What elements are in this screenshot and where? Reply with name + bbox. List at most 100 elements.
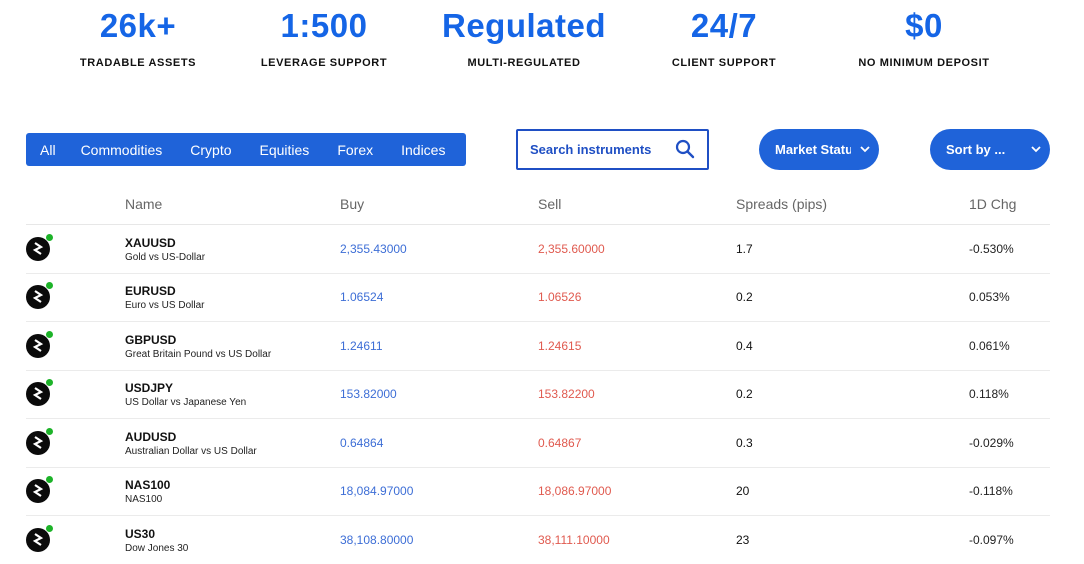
instrument-symbol: NAS100 [125,478,171,492]
tab-indices[interactable]: Indices [401,142,445,158]
stat-value: $0 [905,7,943,44]
tab-equities[interactable]: Equities [260,142,338,158]
stat-value: 26k+ [99,7,177,44]
sort-by-dropdown[interactable]: Sort by ... [930,129,1050,170]
buy-price: 153.82000 [340,387,397,401]
spread-value: 20 [736,484,750,498]
stat-tradable-assets: 26k+ TRADABLE ASSETS [38,6,238,69]
daily-change: 0.061% [969,339,1010,353]
broker-logo-icon [26,382,50,406]
sell-price: 2,355.60000 [538,242,605,256]
sell-price: 18,086.97000 [538,484,612,498]
spread-value: 0.2 [736,387,753,401]
instrument-description: Great Britain Pound vs US Dollar [125,349,272,360]
header-sell[interactable]: Sell [538,196,561,212]
table-row[interactable]: AUDUSD Australian Dollar vs US Dollar 0.… [26,419,1050,468]
stat-leverage: 1:500 LEVERAGE SUPPORT [224,6,424,69]
stat-label: TRADABLE ASSETS [79,57,197,69]
status-dot-icon [46,282,53,289]
sell-price: 38,111.10000 [538,533,610,547]
header-change[interactable]: 1D Chg [969,196,1016,212]
instrument-symbol: XAUUSD [125,236,176,250]
spread-value: 0.3 [736,436,753,450]
broker-logo-icon [26,431,50,455]
market-status-dropdown[interactable]: Market Status [759,129,879,170]
instrument-description: US Dollar vs Japanese Yen [125,397,247,408]
instrument-symbol: US30 [125,527,156,541]
stat-label: MULTI-REGULATED [467,57,581,69]
table-row[interactable]: US30 Dow Jones 30 38,108.80000 38,111.10… [26,516,1050,564]
header-buy[interactable]: Buy [340,196,364,212]
stat-value: Regulated [441,7,607,44]
buy-price: 38,108.80000 [340,533,414,547]
stat-label: LEVERAGE SUPPORT [260,57,388,69]
spread-value: 1.7 [736,242,753,256]
buy-price: 2,355.43000 [340,242,407,256]
sell-price: 1.24615 [538,339,582,353]
tab-all[interactable]: All [40,142,81,158]
stat-min-deposit: $0 NO MINIMUM DEPOSIT [824,6,1024,69]
table-header: Name Buy Sell Spreads (pips) 1D Chg [26,188,1050,225]
table-row[interactable]: XAUUSD Gold vs US-Dollar 2,355.43000 2,3… [26,225,1050,274]
instrument-description: Euro vs US Dollar [125,300,205,311]
stat-label: CLIENT SUPPORT [671,57,777,69]
tab-crypto[interactable]: Crypto [190,142,259,158]
daily-change: 0.118% [969,387,1009,401]
daily-change: 0.053% [969,290,1010,304]
daily-change: -0.118% [969,484,1013,498]
chevron-down-icon [860,146,870,153]
sell-price: 153.82200 [538,387,595,401]
instrument-symbol: AUDUSD [125,430,177,444]
instrument-description: Australian Dollar vs US Dollar [125,446,257,457]
sell-price: 0.64867 [538,436,582,450]
header-name[interactable]: Name [125,196,162,212]
stats-bar: 26k+ TRADABLE ASSETS 1:500 LEVERAGE SUPP… [0,0,1084,90]
chevron-down-icon [1031,146,1041,153]
instrument-symbol: USDJPY [125,381,174,395]
table-row[interactable]: USDJPY US Dollar vs Japanese Yen 153.820… [26,370,1050,419]
buy-price: 0.64864 [340,436,384,450]
instrument-description: NAS100 [125,494,163,505]
spread-value: 0.2 [736,290,753,304]
daily-change: -0.029% [969,436,1014,450]
status-dot-icon [46,331,53,338]
stat-value: 24/7 [690,7,758,44]
status-dot-icon [46,525,53,532]
tab-commodities[interactable]: Commodities [81,142,191,158]
status-dot-icon [46,476,53,483]
sort-by-label: Sort by ... [946,142,1006,157]
sell-price: 1.06526 [538,290,582,304]
instrument-symbol: GBPUSD [125,333,177,347]
category-tabs: All Commodities Crypto Equities Forex In… [26,133,466,166]
daily-change: -0.097% [969,533,1014,547]
search-input[interactable] [528,141,682,158]
search-icon[interactable] [675,139,695,159]
spread-value: 23 [736,533,750,547]
stat-label: NO MINIMUM DEPOSIT [858,57,990,69]
buy-price: 1.24611 [340,339,383,353]
stat-regulated: Regulated MULTI-REGULATED [424,6,624,69]
broker-logo-icon [26,285,50,309]
daily-change: -0.530% [969,242,1014,256]
instrument-description: Dow Jones 30 [125,543,189,554]
buy-price: 18,084.97000 [340,484,414,498]
search-box [516,129,709,170]
status-dot-icon [46,234,53,241]
stat-client-support: 24/7 CLIENT SUPPORT [624,6,824,69]
buy-price: 1.06524 [340,290,384,304]
instrument-description: Gold vs US-Dollar [125,252,206,263]
table-row[interactable]: GBPUSD Great Britain Pound vs US Dollar … [26,322,1050,371]
table-row[interactable]: NAS100 NAS100 18,084.97000 18,086.97000 … [26,467,1050,516]
tab-forex[interactable]: Forex [337,142,401,158]
stat-value: 1:500 [280,7,368,44]
status-dot-icon [46,428,53,435]
market-status-label: Market Status [775,142,851,157]
broker-logo-icon [26,479,50,503]
spread-value: 0.4 [736,339,753,353]
table-row[interactable]: EURUSD Euro vs US Dollar 1.06524 1.06526… [26,273,1050,322]
broker-logo-icon [26,528,50,552]
broker-logo-icon [26,237,50,261]
status-dot-icon [46,379,53,386]
header-spread[interactable]: Spreads (pips) [736,196,827,212]
instrument-symbol: EURUSD [125,284,176,298]
